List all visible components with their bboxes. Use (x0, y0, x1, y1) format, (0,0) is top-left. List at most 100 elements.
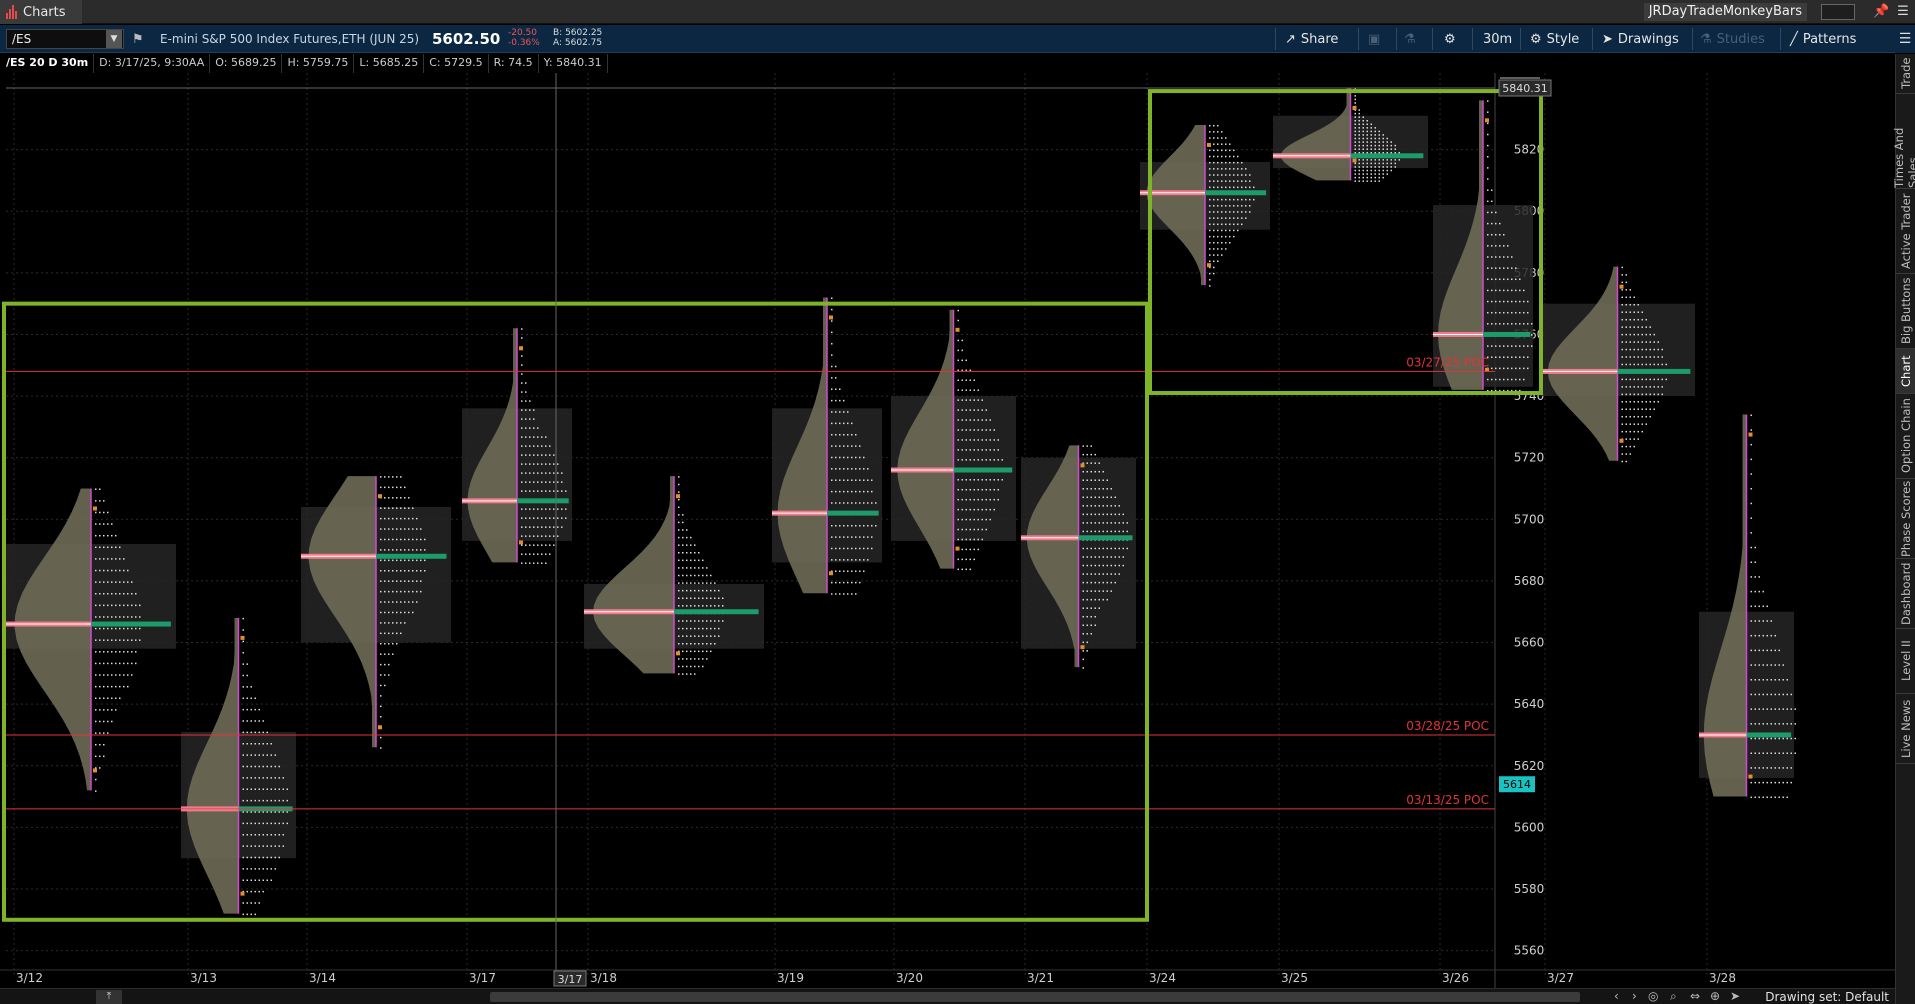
scroll-right-icon[interactable]: › (1632, 989, 1637, 1003)
tpo-dot (965, 518, 967, 521)
workspace-name[interactable]: JRDayTradeMonkeyBars (1643, 3, 1807, 21)
side-tab-chart[interactable]: Chart (1896, 349, 1915, 394)
tpo-dot (1390, 169, 1392, 172)
tpo-dot (1778, 679, 1780, 681)
tpo-dot (1209, 248, 1211, 250)
tpo-dot (1213, 205, 1215, 207)
tpo-dot (529, 535, 531, 537)
side-tab-times-and-sales[interactable]: Times And Sales (1892, 94, 1915, 189)
drawing-set-label[interactable]: Drawing set: Default (1765, 990, 1889, 1004)
side-tab-level-ii[interactable]: Level II (1896, 629, 1915, 694)
tpo-dot (1378, 148, 1380, 150)
tpo-dot (525, 508, 527, 510)
side-tab-live-news[interactable]: Live News (1896, 694, 1915, 764)
tpo-dot (1527, 311, 1529, 314)
tpo-dot (977, 528, 979, 531)
timeframe-button[interactable]: 30m (1483, 29, 1512, 49)
side-tab-trade[interactable]: Trade (1896, 54, 1915, 94)
tpo-dot (1527, 345, 1529, 347)
tpo-dot (1621, 430, 1623, 433)
studies-button[interactable]: ⚗ Studies (1700, 29, 1765, 49)
side-tab-phase-scores[interactable]: Phase Scores (1896, 479, 1915, 559)
tpo-dot (973, 558, 975, 561)
patterns-label: Patterns (1802, 31, 1857, 47)
side-menu-icon[interactable]: ☰ (1895, 25, 1915, 53)
pan-horizontal-icon[interactable]: ⇔ (1690, 989, 1700, 1003)
open-marker (1207, 142, 1211, 147)
tpo-dot (533, 418, 535, 420)
tpo-dot (1625, 378, 1627, 381)
pin-icon[interactable]: 📌 (1873, 4, 1889, 20)
horizontal-scrollbar[interactable] (490, 992, 1580, 1002)
tpo-dot (867, 479, 869, 481)
tpo-dot (710, 605, 712, 607)
gear-icon[interactable]: ⚙ (1444, 29, 1456, 49)
tpo-dot (123, 604, 125, 607)
tpo-dot (1507, 256, 1509, 258)
crosshair-icon[interactable]: ⊕ (1710, 989, 1720, 1003)
flask-icon[interactable]: ⚗ (1404, 29, 1416, 49)
window-box-button[interactable] (1821, 4, 1855, 20)
share-button[interactable]: ↗ Share (1285, 29, 1338, 49)
tpo-dot (545, 445, 547, 447)
tpo-dot (981, 439, 983, 441)
tpo-dot (1106, 505, 1108, 507)
tpo-dot (1790, 752, 1792, 754)
tpo-dot (396, 622, 398, 624)
tpo-dot (1090, 453, 1092, 456)
tpo-dot (1082, 564, 1084, 567)
hamburger-icon[interactable]: ☰ (1895, 4, 1911, 20)
tpo-dot (1241, 168, 1243, 170)
zoom-icon[interactable]: ⌕ (1670, 989, 1677, 1004)
chart-area[interactable]: 5560558056005620564056605680570057205740… (0, 73, 1895, 988)
side-tab-big-buttons[interactable]: Big Buttons (1896, 274, 1915, 349)
side-tab-option-chain[interactable]: Option Chain (1896, 394, 1915, 479)
charts-app-tab[interactable]: Charts (0, 0, 82, 24)
tpo-dot (690, 589, 692, 592)
tpo-dot (107, 674, 109, 676)
patterns-button[interactable]: ╱ Patterns (1790, 29, 1856, 49)
reset-icon[interactable]: ◎ (1648, 989, 1658, 1003)
tpo-dot (380, 486, 382, 489)
tpo-dot (1094, 547, 1096, 550)
tpo-dot (1633, 341, 1635, 343)
tpo-dot (545, 472, 547, 474)
tpo-dot (1758, 796, 1760, 799)
scroll-left-icon[interactable]: ‹ (1614, 989, 1619, 1003)
tpo-dot (965, 548, 967, 551)
tpo-dot (525, 454, 527, 456)
scroll-start-button[interactable]: ⤒ (96, 990, 122, 1004)
link-icon[interactable]: ⚑ (132, 32, 144, 47)
notes-icon[interactable]: ▣ (1368, 29, 1380, 49)
tpo-dot (1233, 180, 1235, 182)
tpo-dot (1362, 169, 1364, 172)
tpo-dot (392, 538, 394, 541)
tpo-dot (1082, 513, 1084, 516)
side-tab-dashboard[interactable]: Dashboard (1896, 559, 1915, 629)
tpo-dot (1358, 148, 1360, 150)
tpo-dot (1358, 141, 1360, 143)
tpo-dot (549, 553, 551, 555)
style-button[interactable]: ⚙ Style (1530, 29, 1579, 49)
tpo-dot (99, 639, 101, 641)
tpo-dot (412, 549, 414, 551)
tpo-dot (1386, 166, 1388, 168)
tpo-dot (1754, 767, 1756, 769)
tpo-dot (1645, 318, 1647, 321)
tpo-dot (1237, 205, 1239, 207)
tpo-dot (1225, 242, 1227, 244)
tpo-dot (1499, 267, 1501, 269)
tpo-dot (1213, 161, 1215, 164)
tpo-dot (254, 720, 256, 722)
tpo-dot (99, 685, 101, 688)
tpo-dot (1774, 634, 1776, 637)
pointer-icon[interactable]: ➤ (1730, 989, 1740, 1003)
side-tab-active-trader[interactable]: Active Trader (1896, 189, 1915, 274)
drawings-button[interactable]: ➤ Drawings (1602, 29, 1679, 49)
tpo-dot (1086, 607, 1088, 609)
tpo-dot (1750, 634, 1752, 637)
price-tick-label: 5700 (1514, 512, 1545, 526)
tpo-dot (135, 651, 137, 653)
symbol-dropdown-icon[interactable]: ▼ (106, 30, 122, 48)
tpo-dot (380, 695, 382, 697)
